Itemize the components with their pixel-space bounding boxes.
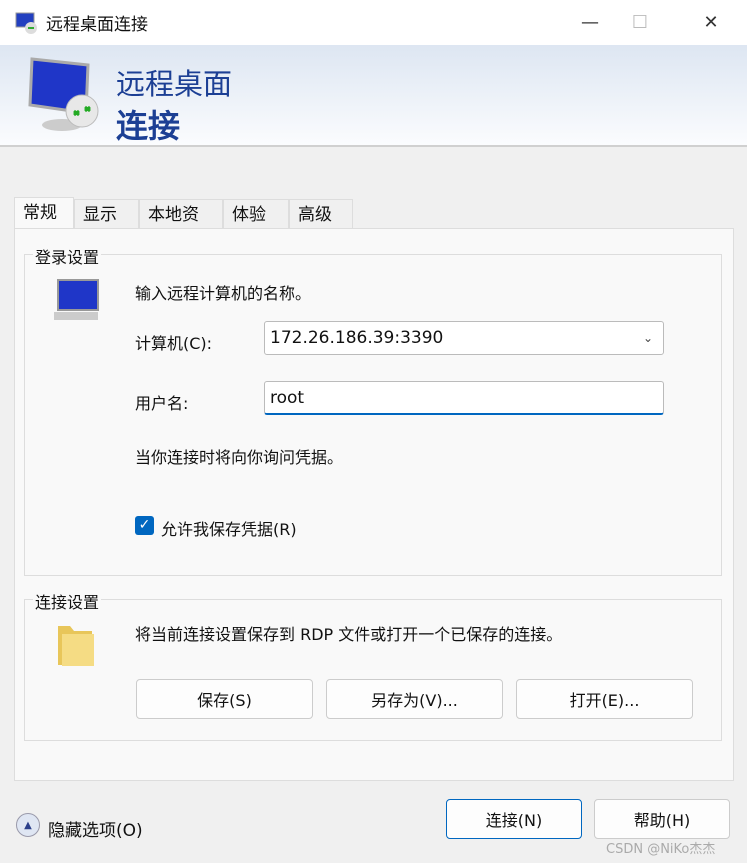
computer-combobox[interactable]: 172.26.186.39:3390 ⌄: [264, 321, 664, 355]
chevron-down-icon[interactable]: ⌄: [643, 322, 653, 354]
maximize-button[interactable]: ☐: [615, 0, 665, 45]
tab-display[interactable]: 显示: [74, 199, 139, 229]
rdp-app-icon: [15, 12, 37, 34]
connection-settings-label: 连接设置: [33, 589, 102, 613]
minimize-button[interactable]: —: [565, 0, 615, 45]
save-button[interactable]: 保存(S): [136, 679, 313, 719]
allow-save-checkbox[interactable]: ✓: [135, 516, 154, 535]
window-title: 远程桌面连接: [46, 15, 148, 35]
folder-icon: [58, 626, 94, 666]
login-settings-group: 登录设置: [24, 244, 722, 576]
computer-value: 172.26.186.39:3390: [270, 328, 444, 348]
banner-title: 远程桌面: [116, 67, 233, 101]
remote-desktop-icon: [28, 57, 99, 131]
header-banner: 远程桌面 连接: [0, 45, 747, 147]
computer-icon: [54, 279, 99, 320]
connect-button[interactable]: 连接(N): [446, 799, 582, 839]
connection-description: 将当前连接设置保存到 RDP 文件或打开一个已保存的连接。: [135, 625, 563, 644]
tab-bar: 常规 显示 本地资源 体验 高级: [14, 197, 353, 255]
close-button[interactable]: ✕: [686, 0, 736, 45]
username-label: 用户名:: [135, 394, 189, 413]
hide-options-link[interactable]: 隐藏选项(O): [48, 816, 143, 841]
help-button[interactable]: 帮助(H): [594, 799, 730, 839]
open-button[interactable]: 打开(E)...: [516, 679, 693, 719]
tab-experience[interactable]: 体验: [223, 199, 289, 229]
username-input[interactable]: root: [264, 381, 664, 415]
login-settings-label: 登录设置: [33, 244, 102, 268]
allow-save-label[interactable]: 允许我保存凭据(R): [161, 516, 297, 540]
tab-general[interactable]: 常规: [14, 197, 74, 230]
banner-subtitle: 连接: [116, 107, 181, 145]
hide-options-icon[interactable]: ▲: [16, 813, 40, 837]
watermark: CSDN @NiKo杰杰: [606, 842, 716, 857]
computer-label: 计算机(C):: [135, 334, 213, 353]
title-bar: 远程桌面连接 — ☐ ✕: [0, 0, 747, 45]
tab-advanced[interactable]: 高级: [289, 199, 353, 229]
login-prompt: 输入远程计算机的名称。: [135, 284, 312, 303]
credentials-note: 当你连接时将向你询问凭据。: [135, 448, 344, 467]
save-as-button[interactable]: 另存为(V)...: [326, 679, 503, 719]
tab-local-resources[interactable]: 本地资源: [139, 199, 223, 255]
